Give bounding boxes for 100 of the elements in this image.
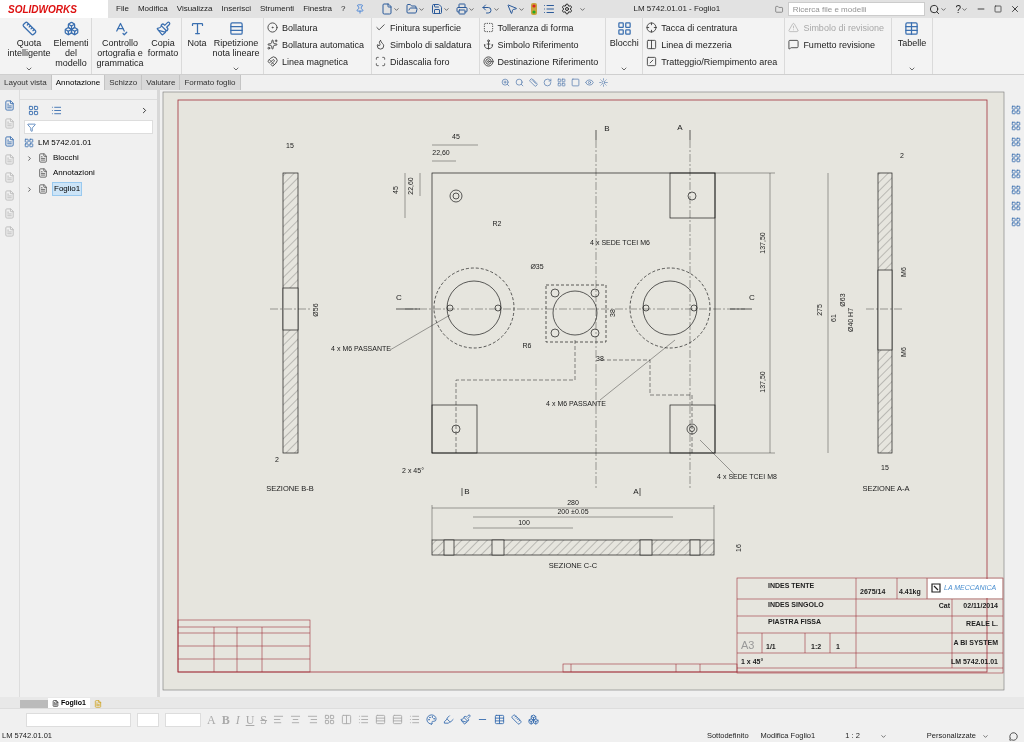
ribbon-button[interactable]: Linea di mezzeria — [646, 38, 778, 51]
ribbon-button[interactable]: Tabelle — [894, 21, 929, 73]
close-icon[interactable] — [1010, 4, 1020, 14]
caret-icon[interactable] — [879, 732, 887, 740]
ribbon-button[interactable]: Tolleranza di forma — [482, 21, 599, 34]
ribbon-button[interactable]: Ripetizione nota lineare — [212, 21, 260, 73]
view-tool-icon[interactable] — [598, 78, 608, 87]
caret-icon[interactable] — [578, 5, 586, 13]
ribbon-button[interactable]: Nota — [185, 21, 209, 73]
caret-icon[interactable] — [961, 5, 968, 13]
print-icon[interactable] — [455, 3, 468, 15]
view-tool-icon[interactable] — [570, 78, 580, 87]
task-pane-icon[interactable] — [1010, 153, 1021, 163]
menu-item[interactable]: Visualizza — [176, 3, 213, 15]
task-pane-icon[interactable] — [1010, 185, 1021, 195]
open-folder-icon[interactable] — [405, 3, 418, 15]
line-tool-icon[interactable] — [443, 714, 455, 725]
pin-icon[interactable] — [354, 4, 365, 14]
traffic-light-icon[interactable] — [530, 3, 537, 15]
menu-item[interactable]: ? — [341, 3, 346, 15]
ribbon-button[interactable]: Quota intelligente — [7, 21, 51, 73]
help-button[interactable]: ? — [955, 1, 961, 17]
caret-icon[interactable] — [517, 5, 525, 13]
caret-icon[interactable] — [467, 5, 475, 13]
tree-item[interactable]: Annotazioni — [24, 167, 157, 179]
task-pane-icon[interactable] — [1010, 201, 1021, 211]
ribbon-button[interactable]: Blocchi — [609, 21, 640, 73]
search-icon[interactable] — [929, 3, 941, 15]
list-icon[interactable] — [542, 3, 555, 15]
size-field[interactable] — [165, 712, 201, 727]
expand-icon[interactable] — [26, 154, 33, 162]
ribbon-button[interactable]: Linea magnetica — [267, 55, 365, 68]
restore-icon[interactable] — [994, 5, 1002, 13]
view-tool-icon[interactable] — [542, 78, 552, 87]
tree-item[interactable]: LM 5742.01.01 — [24, 137, 157, 149]
save-icon[interactable] — [430, 3, 443, 15]
caret-icon[interactable] — [442, 5, 450, 13]
task-pane-icon[interactable] — [1010, 169, 1021, 179]
expand-icon[interactable] — [140, 105, 149, 115]
caret-icon[interactable] — [982, 732, 989, 740]
settings-icon[interactable] — [560, 3, 573, 15]
new-file-icon[interactable] — [380, 3, 393, 15]
ribbon-button[interactable]: Tratteggio/Riempimento area — [646, 55, 778, 68]
ribbon-button[interactable]: Copia formato — [148, 21, 178, 73]
task-pane-icon[interactable] — [1010, 217, 1021, 227]
undo-icon[interactable] — [480, 3, 493, 15]
menu-item[interactable]: Finestra — [303, 3, 333, 15]
view-tool-icon[interactable] — [500, 78, 510, 87]
pointer-icon[interactable] — [505, 3, 518, 15]
format-tool-icon[interactable] — [409, 714, 421, 725]
font-field[interactable] — [137, 712, 159, 727]
chat-icon[interactable] — [1009, 731, 1018, 741]
ribbon-button[interactable]: Didascalia foro — [375, 55, 472, 68]
ribbon-button[interactable]: Bollatura automatica — [267, 38, 365, 51]
format-tool-icon[interactable] — [273, 714, 285, 725]
ribbon-button[interactable]: Fumetto revisione — [788, 38, 884, 51]
caret-icon[interactable] — [940, 5, 948, 13]
menu-item[interactable]: Inserisci — [221, 3, 251, 15]
menu-item[interactable]: Strumenti — [259, 3, 295, 15]
ribbon-button[interactable]: Simbolo di saldatura — [375, 38, 472, 51]
format-tool-icon[interactable] — [341, 714, 353, 725]
ribbon-tab[interactable]: Annotazione — [51, 75, 106, 90]
caret-icon[interactable] — [492, 5, 500, 13]
ribbon-button[interactable]: Controllo ortografia e grammatica — [95, 21, 145, 73]
expand-icon[interactable] — [26, 185, 33, 193]
style-field[interactable] — [26, 712, 131, 727]
format-tool-icon[interactable] — [358, 714, 370, 725]
ribbon-button[interactable]: Finitura superficie — [375, 21, 472, 34]
line-tool-icon[interactable] — [528, 714, 540, 725]
menu-item[interactable]: Modifica — [137, 3, 168, 15]
add-sheet-icon[interactable] — [93, 700, 102, 708]
view-tool-icon[interactable] — [584, 78, 594, 87]
format-tool-icon[interactable] — [307, 714, 319, 725]
search-field[interactable]: Ricerca file e modelli — [787, 2, 926, 16]
ribbon-button[interactable]: Destinazione Riferimento — [482, 55, 599, 68]
format-tool-icon[interactable] — [392, 714, 404, 725]
caret-icon[interactable] — [392, 5, 400, 13]
task-pane-icon[interactable] — [1010, 105, 1021, 115]
ribbon-button[interactable]: Simbolo Riferimento — [482, 38, 599, 51]
property-tab-icon[interactable] — [51, 104, 62, 116]
caret-icon[interactable] — [417, 5, 425, 13]
ribbon-button[interactable]: Elementi del modello — [54, 21, 88, 73]
ribbon-button[interactable]: Tacca di centratura — [646, 21, 778, 34]
format-tool-icon[interactable] — [375, 714, 387, 725]
tree-item[interactable]: Blocchi — [24, 152, 157, 164]
line-tool-icon[interactable] — [494, 714, 506, 725]
task-pane-icon[interactable] — [1010, 121, 1021, 131]
view-tool-icon[interactable] — [556, 78, 566, 87]
ribbon-button[interactable]: Bollatura — [267, 21, 365, 34]
task-pane-icon[interactable] — [1010, 137, 1021, 147]
line-tool-icon[interactable] — [426, 714, 438, 725]
format-tool-icon[interactable] — [290, 714, 302, 725]
format-tool-icon[interactable] — [324, 714, 336, 725]
view-tool-icon[interactable] — [514, 78, 524, 87]
line-tool-icon[interactable] — [460, 714, 472, 725]
menu-item[interactable]: File — [116, 3, 129, 15]
filter-field[interactable] — [24, 120, 153, 134]
tree-item[interactable]: Foglio1 — [24, 182, 157, 196]
feature-tree-tab-icon[interactable] — [28, 104, 39, 116]
view-tool-icon[interactable] — [528, 78, 538, 87]
